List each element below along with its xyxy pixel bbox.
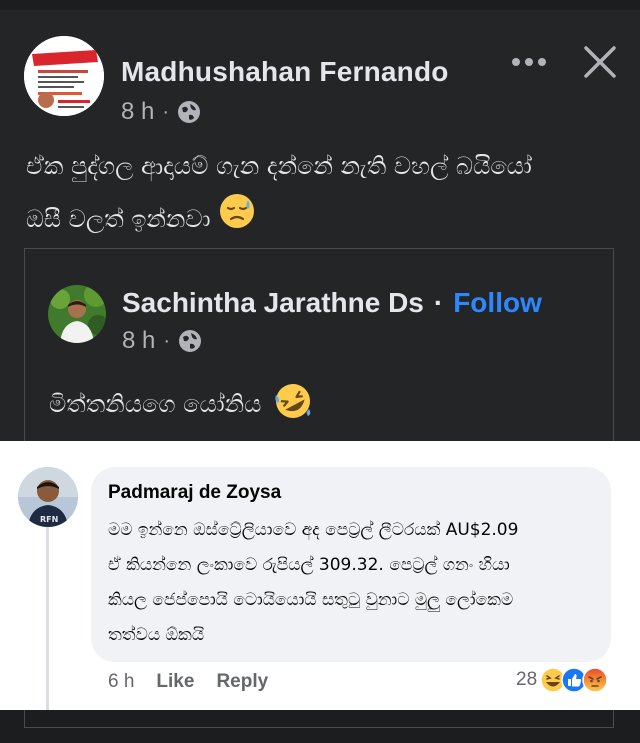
reaction-count: 28 [516,669,538,690]
author-avatar[interactable] [24,36,104,116]
shared-post-text-content: මිත්තනියගෙ යෝනිය [49,390,262,418]
bottom-bar [0,710,640,743]
rolling-laughing-face-icon [273,381,313,427]
like-button[interactable]: Like [156,671,194,693]
shared-author-name[interactable]: Sachintha Jarathne Ds [122,287,424,319]
reply-button[interactable]: Reply [216,671,268,693]
post-text-line-2-text: ඔසී වලත් ඉන්නවා [26,205,211,233]
commenter-avatar[interactable]: RFN [18,467,78,527]
top-bar [0,0,640,10]
post-time[interactable]: 8 h [121,98,154,126]
reactions-summary[interactable]: 28 [516,667,608,693]
shared-post[interactable]: Sachintha Jarathne Ds · Follow 8 h · මිත… [24,248,614,458]
svg-text:RFN: RFN [40,515,58,524]
comment-text: මම ඉන්නෙ ඔස්ට්‍රේලියාවෙ අද පෙට්‍රල් ලීටර… [108,520,519,645]
more-dots-icon [512,58,546,66]
shared-author-avatar[interactable] [48,285,106,343]
downcast-sweat-face-icon [218,192,256,248]
shared-separator: · [433,287,444,318]
post: Madhushahan Fernando 8 h · ඒක පුද්ගල ආදා… [0,10,640,458]
comment-section: RFN Padmaraj de Zoysa මම ඉන්නෙ ඔස්ට්‍රේල… [0,441,640,715]
reaction-icons [540,667,608,693]
close-icon [584,46,616,78]
post-text: ඒක පුද්ගල ආදායම් ගැන දන්නේ නැති වහල් බයි… [26,140,616,248]
shared-post-time[interactable]: 8 h [122,327,155,355]
post-meta: 8 h · [121,98,201,126]
comment-actions: 6 h Like Reply [108,671,268,693]
shared-post-bottom-edge [24,710,614,728]
thread-line [46,527,49,715]
shared-meta-separator: · [163,329,171,352]
globe-icon [177,100,201,124]
follow-button[interactable]: Follow [453,287,542,319]
comment-time[interactable]: 6 h [108,671,134,693]
shared-meta: 8 h · [122,327,202,355]
comment-bubble: Padmaraj de Zoysa මම ඉන්නෙ ඔස්ට්‍රේලියාව… [91,467,611,662]
post-text-line-1: ඒක පුද්ගල ආදායම් ගැන දන්නේ නැති වහල් බයි… [26,152,532,180]
close-button[interactable] [578,40,622,84]
globe-icon [178,329,202,353]
meta-separator: · [162,100,170,123]
angry-reaction-icon [582,667,608,693]
post-text-line-2: ඔසී වලත් ඉන්නවා [26,192,616,248]
shared-post-text: මිත්තනියගෙ යෝනිය [49,381,313,427]
commenter-name[interactable]: Padmaraj de Zoysa [108,482,281,504]
shared-header: Sachintha Jarathne Ds · Follow [122,287,542,319]
author-name[interactable]: Madhushahan Fernando [121,56,449,88]
more-options-button[interactable] [506,42,552,82]
